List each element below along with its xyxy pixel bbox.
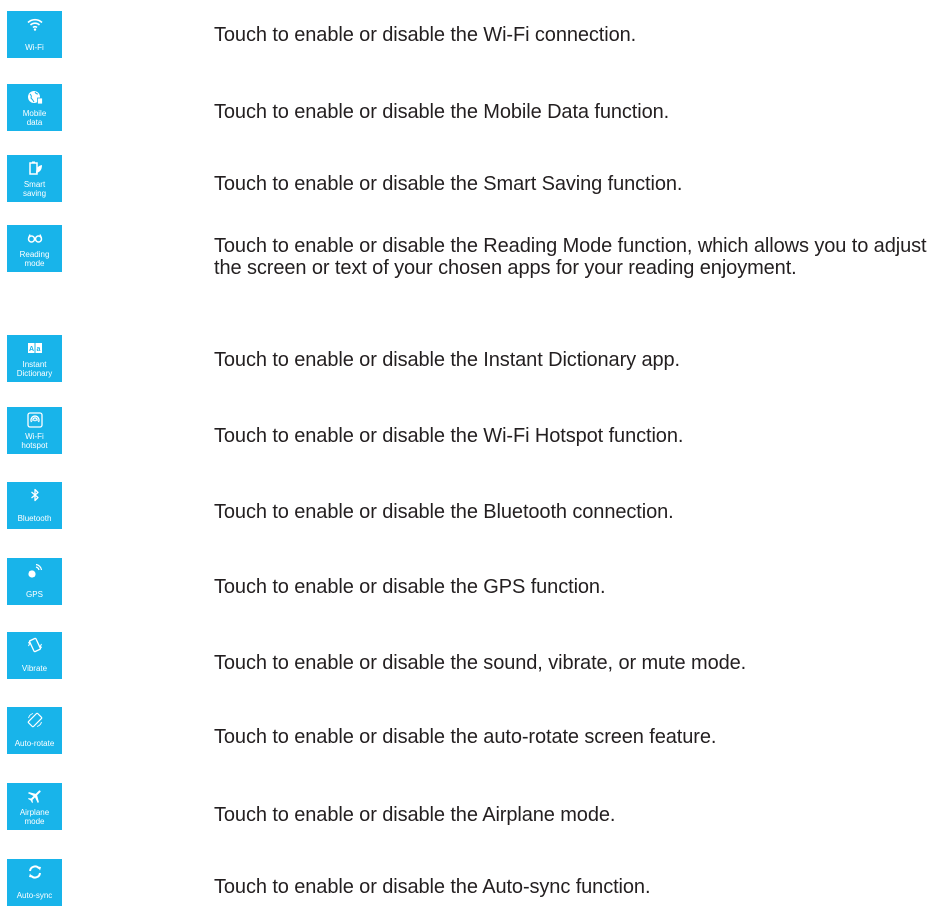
tile-label: Auto-rotate	[14, 739, 55, 748]
sync-icon	[7, 863, 62, 881]
dictionary-icon: Aa	[7, 339, 62, 357]
row-description: Touch to enable or disable the Reading M…	[214, 235, 927, 279]
rotate-icon	[7, 711, 62, 729]
row-description: Touch to enable or disable the Smart Sav…	[214, 173, 683, 195]
row-description: Touch to enable or disable the Wi-Fi Hot…	[214, 425, 684, 447]
gps-tile[interactable]: GPS	[7, 558, 62, 605]
tile-label: Mobile data	[22, 109, 47, 127]
row-description: Touch to enable or disable the Bluetooth…	[214, 501, 674, 523]
vibrate-icon	[7, 636, 62, 654]
mobile-data-tile[interactable]: Mobile data	[7, 84, 62, 131]
tile-label: Instant Dictionary	[16, 360, 53, 378]
row-description: Touch to enable or disable the Airplane …	[214, 804, 616, 826]
wifi-hotspot-tile[interactable]: Wi-Fi hotspot	[7, 407, 62, 454]
row-description: Touch to enable or disable the Mobile Da…	[214, 101, 670, 123]
battery-leaf-icon	[7, 159, 62, 177]
tile-label: Vibrate	[21, 664, 48, 673]
row-description: Touch to enable or disable the sound, vi…	[214, 652, 747, 674]
bluetooth-tile[interactable]: Bluetooth	[7, 482, 62, 529]
wifi-icon	[7, 15, 62, 33]
tile-label: Smart saving	[22, 180, 47, 198]
tile-label: Wi-Fi	[25, 43, 44, 52]
reading-mode-tile[interactable]: Reading mode	[7, 225, 62, 272]
row-description: Touch to enable or disable the GPS funct…	[214, 576, 606, 598]
row-description: Touch to enable or disable the auto-rota…	[214, 726, 717, 748]
gps-icon	[7, 562, 62, 580]
tile-label: Bluetooth	[17, 514, 52, 523]
airplane-icon	[7, 787, 62, 805]
airplane-mode-tile[interactable]: Airplane mode	[7, 783, 62, 830]
row-description: Touch to enable or disable the Instant D…	[214, 349, 681, 371]
instant-dictionary-tile[interactable]: Aa Instant Dictionary	[7, 335, 62, 382]
tile-label: Airplane mode	[19, 808, 50, 826]
tile-label: Reading mode	[19, 250, 50, 268]
bluetooth-icon	[7, 486, 62, 504]
row-description: Touch to enable or disable the Auto-sync…	[214, 876, 651, 898]
tile-label: Auto-sync	[16, 891, 53, 900]
row-description: Touch to enable or disable the Wi-Fi con…	[214, 24, 637, 46]
svg-text:a: a	[36, 346, 40, 353]
tile-label: Wi-Fi hotspot	[21, 432, 48, 450]
globe-icon	[7, 88, 62, 106]
auto-rotate-tile[interactable]: Auto-rotate	[7, 707, 62, 754]
auto-sync-tile[interactable]: Auto-sync	[7, 859, 62, 906]
wifi-tile[interactable]: Wi-Fi	[7, 11, 62, 58]
vibrate-tile[interactable]: Vibrate	[7, 632, 62, 679]
tile-label: GPS	[26, 590, 43, 599]
hotspot-icon	[7, 411, 62, 429]
svg-text:A: A	[28, 346, 33, 353]
glasses-icon	[7, 229, 62, 247]
smart-saving-tile[interactable]: Smart saving	[7, 155, 62, 202]
